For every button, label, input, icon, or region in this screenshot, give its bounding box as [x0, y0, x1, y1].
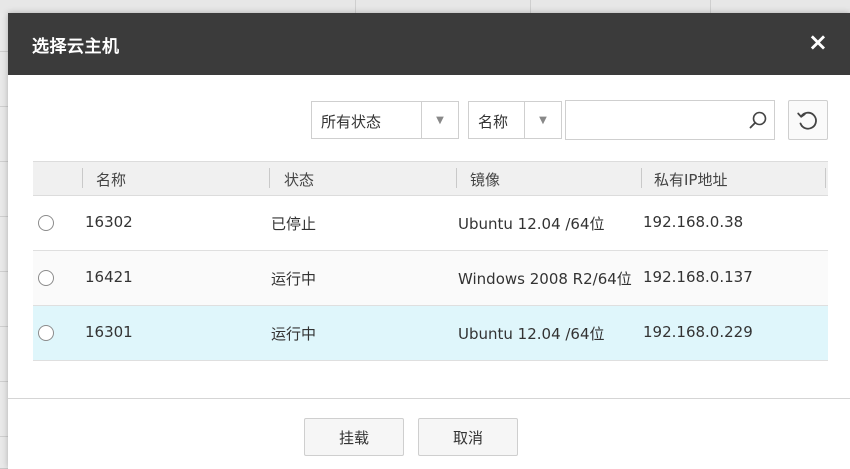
cell-private-ip: 192.168.0.137: [643, 268, 753, 286]
column-header-status: 状态: [284, 171, 315, 189]
dialog-title: 选择云主机: [32, 37, 120, 57]
table-row[interactable]: 16421 运行中 Windows 2008 R2/64位 192.168.0.…: [33, 251, 828, 306]
row-radio[interactable]: [38, 215, 54, 231]
row-radio[interactable]: [38, 270, 54, 286]
background-divider: [710, 0, 711, 13]
dialog-header: 选择云主机 ×: [8, 13, 850, 75]
search-input[interactable]: [566, 101, 752, 139]
table-header: 名称 状态 镜像 私有IP地址: [33, 161, 828, 196]
background-left-strip: [0, 13, 8, 468]
cell-status: 运行中: [271, 270, 317, 288]
background-divider: [530, 0, 531, 13]
cancel-button[interactable]: 取消: [418, 418, 518, 456]
close-icon[interactable]: ×: [808, 29, 828, 55]
mount-button[interactable]: 挂载: [304, 418, 404, 456]
table-row[interactable]: 16301 运行中 Ubuntu 12.04 /64位 192.168.0.22…: [33, 306, 828, 361]
column-header-image: 镜像: [470, 171, 501, 189]
status-filter-value: 所有状态: [321, 113, 382, 131]
status-filter-select[interactable]: 所有状态 ▼: [311, 101, 459, 139]
dialog-footer: 挂载 取消: [8, 398, 850, 469]
chevron-down-icon[interactable]: ▼: [524, 102, 561, 138]
chevron-down-icon[interactable]: ▼: [421, 102, 458, 138]
refresh-button[interactable]: [788, 100, 828, 140]
cell-private-ip: 192.168.0.38: [643, 213, 744, 231]
table-row[interactable]: 16302 已停止 Ubuntu 12.04 /64位 192.168.0.38: [33, 196, 828, 251]
cell-private-ip: 192.168.0.229: [643, 323, 753, 341]
search-field-value: 名称: [478, 113, 509, 131]
cell-name: 16302: [85, 213, 133, 231]
column-header-private-ip: 私有IP地址: [654, 171, 728, 189]
cell-name: 16301: [85, 323, 133, 341]
select-host-dialog: 选择云主机 × 所有状态 ▼ 名称 ▼ 名称 状态 镜像 私有IP地址 1630…: [8, 13, 850, 469]
cell-name: 16421: [85, 268, 133, 286]
background-header-strip: [0, 0, 850, 14]
background-divider: [355, 0, 356, 13]
column-header-name: 名称: [96, 171, 127, 189]
cell-image: Ubuntu 12.04 /64位: [458, 215, 605, 233]
host-table: 名称 状态 镜像 私有IP地址 16302 已停止 Ubuntu 12.04 /…: [33, 161, 828, 361]
refresh-icon: [797, 111, 817, 130]
search-icon[interactable]: [748, 110, 768, 130]
cell-image: Ubuntu 12.04 /64位: [458, 325, 605, 343]
search-field-select[interactable]: 名称 ▼: [468, 101, 562, 139]
cell-status: 已停止: [271, 215, 317, 233]
cell-image: Windows 2008 R2/64位: [458, 270, 632, 288]
cell-status: 运行中: [271, 325, 317, 343]
search-box[interactable]: [565, 100, 775, 140]
row-radio[interactable]: [38, 325, 54, 341]
